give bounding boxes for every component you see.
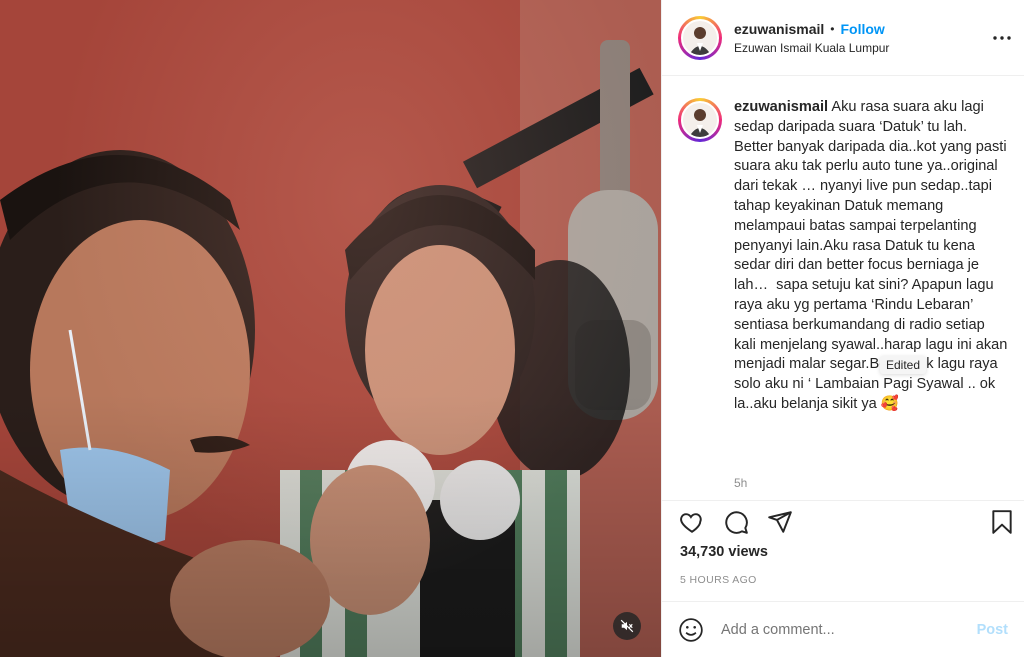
media-shading: [0, 0, 661, 657]
post-comment-button[interactable]: Post: [977, 622, 1008, 638]
caption-avatar[interactable]: [678, 98, 722, 142]
action-bar: [661, 500, 1024, 545]
paper-plane-icon: [768, 511, 792, 533]
caption-avatar-image: [683, 103, 717, 137]
like-button[interactable]: [679, 509, 705, 535]
avatar-person-icon: [683, 20, 717, 55]
comment-button[interactable]: [723, 509, 749, 535]
emoji-button[interactable]: [677, 616, 705, 644]
profile-avatar[interactable]: [678, 15, 722, 60]
post-caption: ezuwanismail Aku rasa suara aku lagi sed…: [678, 98, 1008, 415]
caption-time-ago[interactable]: 5h: [734, 476, 747, 490]
more-options-button[interactable]: [992, 30, 1012, 46]
mute-button[interactable]: [613, 612, 641, 640]
avatar-image: [683, 20, 717, 55]
post-header: ezuwanismail • Follow Ezuwan Ismail Kual…: [662, 0, 1024, 76]
heart-icon: [680, 513, 702, 533]
more-horizontal-icon: [993, 36, 1011, 40]
header-username[interactable]: ezuwanismail: [734, 21, 824, 37]
caption-avatar-frame: [681, 101, 719, 139]
view-count[interactable]: 34,730 views: [680, 544, 768, 560]
comment-icon: [725, 511, 748, 534]
separator-dot: •: [830, 21, 835, 36]
posted-time[interactable]: 5 HOURS AGO: [680, 574, 757, 586]
header-subline[interactable]: Ezuwan Ismail Kuala Lumpur: [734, 41, 889, 55]
header-info: ezuwanismail • Follow Ezuwan Ismail Kual…: [734, 21, 889, 55]
follow-button[interactable]: Follow: [840, 21, 884, 37]
caption-username[interactable]: ezuwanismail: [734, 99, 828, 115]
smiley-icon: [679, 617, 703, 642]
avatar-person-icon: [683, 103, 717, 137]
caption-body: Aku rasa suara aku lagi sedap daripada s…: [734, 99, 1012, 412]
comment-input[interactable]: [721, 621, 977, 638]
comment-bar: Post: [661, 601, 1024, 657]
username-row: ezuwanismail • Follow: [734, 21, 889, 37]
share-button[interactable]: [767, 509, 793, 535]
bookmark-icon: [992, 510, 1012, 534]
post-media[interactable]: [0, 0, 661, 657]
edited-tooltip: Edited: [880, 356, 927, 374]
avatar-frame: [681, 18, 719, 57]
caption-text: ezuwanismail Aku rasa suara aku lagi sed…: [734, 98, 1008, 415]
speaker-muted-icon: [620, 619, 634, 633]
save-button[interactable]: [989, 509, 1015, 535]
